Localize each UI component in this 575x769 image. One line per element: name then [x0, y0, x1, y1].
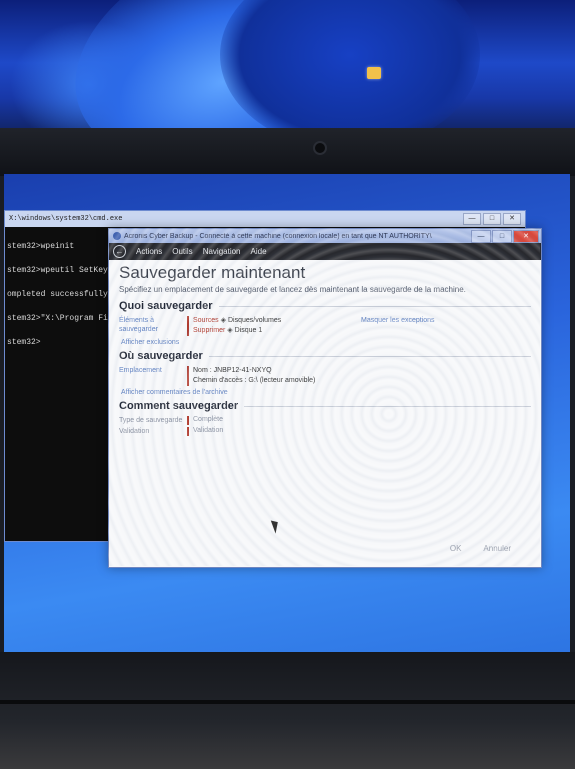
menu-bar: ← Actions Outils Navigation Aide [109, 243, 541, 260]
cmd-title: X:\windows\system32\cmd.exe [9, 215, 123, 223]
backup-type-value[interactable]: Complète [187, 416, 223, 425]
backup-type-label: Type de sauvegarde [119, 417, 183, 424]
section-where-heading: Où sauvegarder [119, 350, 531, 362]
where-row: Emplacement Nom : JNBP12-41-NXYQ Chemin … [119, 366, 531, 386]
laptop-hinge [0, 700, 575, 704]
maximize-button[interactable]: □ [492, 230, 512, 243]
show-exclusions-link[interactable]: Afficher exclusions [121, 339, 531, 346]
section-how-heading: Comment sauvegarder [119, 400, 531, 412]
validation-row: Validation Validation [119, 427, 531, 436]
cmd-close-button[interactable]: ✕ [503, 213, 521, 225]
validation-label: Validation [119, 428, 150, 435]
minimize-button[interactable]: — [471, 230, 491, 243]
desktop-wallpaper [0, 0, 575, 140]
laptop-bottom-bezel [0, 652, 575, 769]
backup-dialog[interactable]: Acronis Cyber Backup - Connecté à cette … [108, 228, 542, 568]
manage-exceptions-link[interactable]: Masquer les exceptions [361, 317, 435, 324]
what-row: Éléments à sauvegarder Sources ◈ Disques… [119, 316, 531, 336]
folder-icon[interactable] [367, 67, 381, 79]
location-block[interactable]: Nom : JNBP12-41-NXYQ Chemin d'accès : G:… [187, 366, 315, 386]
page-subtitle: Spécifiez un emplacement de sauvegarde e… [119, 285, 466, 294]
cancel-button[interactable]: Annuler [483, 544, 511, 553]
items-label: Éléments à sauvegarder [119, 317, 158, 333]
location-label: Emplacement [119, 367, 162, 374]
ok-button[interactable]: OK [450, 544, 462, 553]
dialog-body: Sauvegarder maintenant Spécifiez un empl… [109, 260, 541, 436]
source-block[interactable]: Sources ◈ Disques/volumes Supprimer ◈ Di… [187, 316, 281, 336]
type-row: Type de sauvegarde Complète [119, 416, 531, 425]
cmd-maximize-button[interactable]: □ [483, 213, 501, 225]
target-value[interactable]: Disque 1 [235, 327, 263, 334]
menu-outils[interactable]: Outils [172, 247, 192, 256]
back-arrow-icon[interactable]: ← [113, 245, 126, 258]
menu-navigation[interactable]: Navigation [203, 247, 241, 256]
acronis-app-icon [113, 232, 121, 240]
location-name: Nom : JNBP12-41-NXYQ [193, 367, 272, 374]
archive-comments-link[interactable]: Afficher commentaires de l'archive [121, 389, 531, 396]
menu-actions[interactable]: Actions [136, 247, 162, 256]
webcam-icon [313, 141, 327, 155]
section-what-heading: Quoi sauvegarder [119, 300, 531, 312]
laptop-screen: X:\windows\system32\cmd.exe — □ ✕ stem32… [4, 174, 570, 656]
location-path: Chemin d'accès : G:\ (lecteur amovible) [193, 377, 316, 384]
laptop-top-bezel [0, 128, 575, 176]
target-label: Supprimer [193, 327, 226, 334]
page-title: Sauvegarder maintenant [119, 263, 306, 282]
source-value[interactable]: Disques/volumes [228, 317, 281, 324]
source-label: Sources [193, 317, 219, 324]
close-button[interactable]: ✕ [513, 230, 539, 243]
validation-value[interactable]: Validation [187, 427, 223, 436]
dialog-title: Acronis Cyber Backup - Connecté à cette … [124, 232, 432, 240]
dialog-footer: OK Annuler [450, 544, 511, 553]
cmd-minimize-button[interactable]: — [463, 213, 481, 225]
menu-aide[interactable]: Aide [251, 247, 267, 256]
dialog-titlebar[interactable]: Acronis Cyber Backup - Connecté à cette … [109, 229, 541, 243]
cmd-titlebar[interactable]: X:\windows\system32\cmd.exe — □ ✕ [5, 211, 525, 227]
